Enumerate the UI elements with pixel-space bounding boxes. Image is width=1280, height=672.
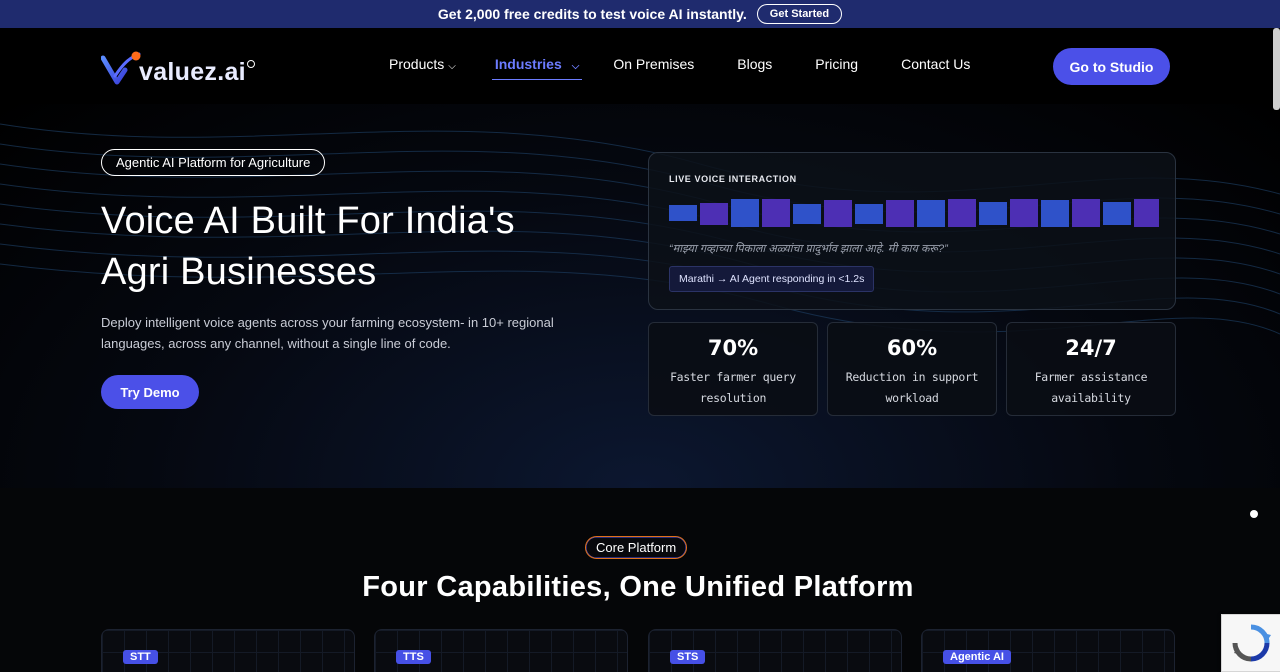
- stat-card: 60% Reduction in support workload: [827, 322, 997, 416]
- stat-label: Faster farmer query resolution: [670, 370, 796, 405]
- wave-bar: [948, 199, 976, 227]
- wave-bar: [1010, 199, 1038, 227]
- wave-bar: [824, 200, 852, 227]
- core-platform-title: Four Capabilities, One Unified Platform: [362, 571, 914, 603]
- try-demo-button[interactable]: Try Demo: [101, 375, 199, 409]
- stat-value: 70%: [707, 336, 759, 360]
- chevron-down-icon: ⌵: [571, 61, 580, 72]
- capability-card-agentic-ai[interactable]: Agentic AI: [921, 629, 1175, 672]
- nav-item-contact-us[interactable]: Contact Us: [901, 56, 970, 72]
- hero-title: Voice AI Built For India's Agri Business…: [101, 196, 621, 298]
- core-platform-badge: Core Platform: [585, 536, 688, 559]
- wave-bar: [793, 204, 821, 224]
- wave-bar: [1041, 200, 1069, 227]
- nav-item-blogs[interactable]: Blogs: [737, 56, 772, 72]
- live-voice-card: LIVE VOICE INTERACTION “माझ्या गव्हाच्या…: [648, 152, 1176, 310]
- stat-label: Reduction in support workload: [845, 370, 979, 405]
- nav-item-industries[interactable]: Industries ⌵: [491, 56, 582, 80]
- brand-name: valuez.ai: [139, 58, 246, 86]
- hero-section: Agentic AI Platform for Agriculture Voic…: [0, 104, 1280, 488]
- v-swoosh-logo-icon: [101, 51, 141, 85]
- nav-item-products[interactable]: Products ⌵: [389, 56, 456, 72]
- wave-bar: [700, 203, 728, 225]
- wave-bar: [855, 204, 883, 224]
- brand-logo[interactable]: valuez.ai: [101, 50, 255, 86]
- wave-bar: [762, 199, 790, 227]
- nav-label-industries: Industries: [494, 56, 562, 72]
- announcement-bar: Get 2,000 free credits to test voice AI …: [0, 0, 1280, 28]
- capability-tag: TTS: [396, 650, 431, 664]
- hero-title-line-1: Voice AI Built For India's: [101, 200, 515, 242]
- stat-value: 60%: [886, 336, 938, 360]
- recaptcha-icon: [1232, 624, 1271, 662]
- capability-card-tts[interactable]: TTS: [374, 629, 628, 672]
- wave-bar: [917, 200, 945, 227]
- chevron-down-icon: ⌵: [448, 61, 456, 72]
- announcement-text: Get 2,000 free credits to test voice AI …: [437, 6, 747, 22]
- wave-bar: [886, 200, 914, 227]
- capability-card-stt[interactable]: STT: [101, 629, 355, 672]
- scroll-indicator-dot[interactable]: [1250, 510, 1258, 518]
- go-to-studio-button[interactable]: Go to Studio: [1053, 48, 1170, 85]
- nav-item-on-premises[interactable]: On Premises: [613, 56, 694, 72]
- nav-label-products: Products: [389, 56, 445, 72]
- registered-mark-icon: [246, 60, 255, 68]
- capability-tag: STT: [123, 650, 158, 664]
- capability-tag: Agentic AI: [943, 650, 1011, 664]
- get-started-button[interactable]: Get Started: [756, 4, 843, 24]
- live-voice-title: LIVE VOICE INTERACTION: [669, 174, 797, 184]
- capability-card-sts[interactable]: STS: [648, 629, 902, 672]
- wave-bar: [669, 205, 697, 221]
- main-navigation: valuez.ai Products ⌵ Industries ⌵ On Premi…: [0, 28, 1280, 104]
- hero-description: Deploy intelligent voice agents across y…: [101, 315, 554, 351]
- voice-waveform: [669, 199, 1159, 227]
- nav-item-pricing[interactable]: Pricing: [815, 56, 858, 72]
- wave-bar: [1103, 202, 1131, 225]
- wave-bar: [979, 202, 1007, 225]
- language-response-tag: Marathi → AI Agent responding in <1.2s: [669, 266, 875, 292]
- wave-bar: [731, 199, 759, 227]
- voice-quote: “माझ्या गव्हाच्या पिकाला अळ्यांचा प्रादु…: [669, 243, 948, 255]
- hero-badge: Agentic AI Platform for Agriculture: [101, 149, 326, 176]
- core-platform-section: Core Platform Four Capabilities, One Uni…: [0, 488, 1280, 672]
- wave-bar: [1072, 199, 1100, 227]
- capability-tag: STS: [670, 650, 706, 664]
- stat-card: 24/7 Farmer assistance availability: [1006, 322, 1176, 416]
- recaptcha-badge[interactable]: [1221, 614, 1280, 672]
- stat-card: 70% Faster farmer query resolution: [648, 322, 818, 416]
- hero-title-line-2: Agri Businesses: [101, 251, 377, 293]
- stat-label: Farmer assistance availability: [1034, 370, 1148, 405]
- wave-bar: [1134, 199, 1159, 227]
- page-scrollbar[interactable]: [1273, 28, 1280, 110]
- stat-value: 24/7: [1065, 336, 1117, 360]
- nav-links: Products ⌵ Industries ⌵ On Premises Blogs …: [389, 56, 970, 80]
